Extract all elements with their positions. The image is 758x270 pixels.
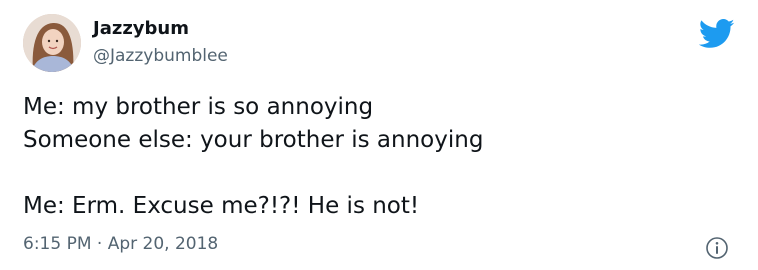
info-icon[interactable] — [705, 236, 729, 260]
tweet-line: Someone else: your brother is annoying — [23, 127, 484, 153]
tweet-line: Me: Erm. Excuse me?!?! He is not! — [23, 193, 420, 219]
author-handle[interactable]: @Jazzybumblee — [93, 46, 228, 66]
author-display-name[interactable]: Jazzybum — [93, 18, 189, 39]
tweet-line: Me: my brother is so annoying — [23, 94, 374, 120]
tweet-card: Jazzybum @Jazzybumblee Me: my brother is… — [0, 0, 758, 270]
twitter-bird-icon[interactable] — [699, 19, 735, 49]
avatar[interactable] — [23, 14, 81, 72]
tweet-text: Me: my brother is so annoying Someone el… — [23, 91, 723, 223]
tweet-timestamp[interactable]: 6:15 PM · Apr 20, 2018 — [23, 234, 218, 254]
